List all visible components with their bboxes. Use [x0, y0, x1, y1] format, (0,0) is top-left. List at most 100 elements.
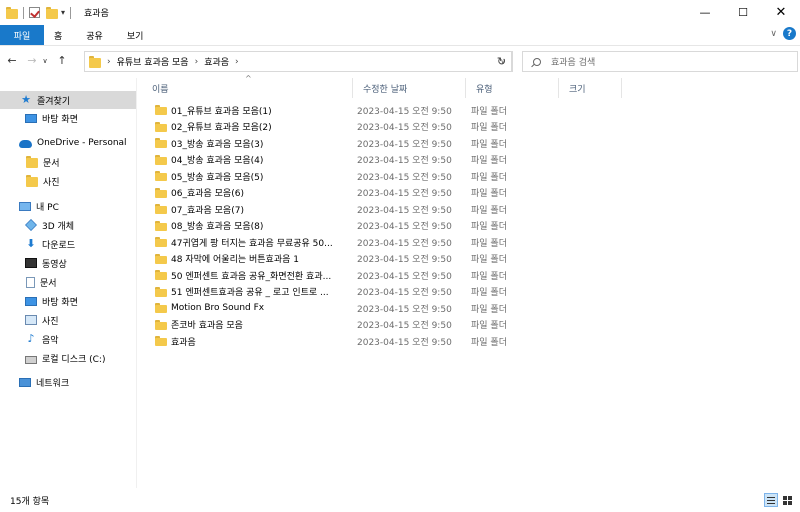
folder-icon — [155, 187, 167, 198]
table-row[interactable]: 08_방송 효과음 모음(8) 2023-04-15 오전 9:50 파일 폴더 — [142, 218, 622, 234]
file-date: 2023-04-15 오전 9:50 — [357, 255, 452, 265]
table-row[interactable]: 47귀엽게 팡 터지는 효과음 무료공유 50... 2023-04-15 오전… — [142, 234, 622, 250]
sidebar-item-label: 사진 — [42, 316, 59, 327]
back-button[interactable]: ← — [4, 52, 20, 70]
file-type: 파일 폴더 — [471, 238, 507, 249]
sidebar-item-quick-access[interactable]: ★ 즐겨찾기 — [0, 91, 136, 109]
search-input[interactable]: 효과음 검색 — [551, 55, 595, 68]
address-bar[interactable]: › 유튜브 효과음 모음 › 효과음 › ∨ — [84, 51, 512, 72]
sidebar-item-network[interactable]: 네트워크 — [0, 373, 136, 391]
sidebar-item-onedrive-pictures[interactable]: 사진 — [0, 172, 136, 190]
cube-icon — [25, 219, 37, 231]
table-row[interactable]: 존코바 효과음 모음 2023-04-15 오전 9:50 파일 폴더 — [142, 317, 622, 333]
search-box[interactable]: 효과음 검색 — [522, 51, 798, 72]
table-row[interactable]: 50 엔퍼센트 효과음 공유_화면전환 효과... 2023-04-15 오전 … — [142, 267, 622, 283]
sidebar-item-label: 로컬 디스크 (C:) — [42, 354, 106, 365]
file-name-cell: 효과음 — [155, 333, 351, 349]
folder-icon — [155, 319, 167, 330]
column-header: 이름 ^ 수정한 날짜 유형 크기 — [142, 74, 800, 98]
column-date-modified[interactable]: 수정한 날짜 — [353, 78, 466, 98]
window-title: 효과음 — [84, 9, 109, 19]
sidebar-item-music[interactable]: ♪ 음악 — [0, 330, 136, 348]
status-bar: 15개 항목 — [0, 489, 800, 512]
up-button[interactable]: ↑ — [54, 52, 70, 70]
table-row[interactable]: 51 엔퍼센트효과음 공유 _ 로고 인트로 ... 2023-04-15 오전… — [142, 284, 622, 300]
table-row[interactable]: 04_방송 효과음 모음(4) 2023-04-15 오전 9:50 파일 폴더 — [142, 152, 622, 168]
file-name-cell: 존코바 효과음 모음 — [155, 317, 351, 333]
tab-view[interactable]: 보기 — [115, 25, 156, 45]
tab-share[interactable]: 공유 — [74, 25, 115, 45]
sidebar-item-label: 동영상 — [42, 259, 67, 270]
folder-icon — [155, 220, 167, 231]
tab-home[interactable]: 홈 — [44, 25, 74, 45]
chevron-right-icon[interactable]: › — [107, 57, 111, 67]
sidebar-item-downloads[interactable]: ⬇ 다운로드 — [0, 235, 136, 253]
minimize-button[interactable]: — — [686, 0, 724, 25]
sidebar-item-label: 음악 — [42, 335, 59, 346]
sidebar-item-3d-objects[interactable]: 3D 개체 — [0, 216, 136, 234]
tab-file[interactable]: 파일 — [0, 25, 44, 45]
table-row[interactable]: 03_방송 효과음 모음(3) 2023-04-15 오전 9:50 파일 폴더 — [142, 135, 622, 151]
properties-icon[interactable] — [29, 7, 40, 18]
file-name: 06_효과음 모음(6) — [171, 189, 244, 199]
table-row[interactable]: 06_효과음 모음(6) 2023-04-15 오전 9:50 파일 폴더 — [142, 185, 622, 201]
table-row[interactable]: 07_효과음 모음(7) 2023-04-15 오전 9:50 파일 폴더 — [142, 201, 622, 217]
table-row[interactable]: 05_방송 효과음 모음(5) 2023-04-15 오전 9:50 파일 폴더 — [142, 168, 622, 184]
file-date: 2023-04-15 오전 9:50 — [357, 139, 452, 150]
computer-icon — [19, 201, 31, 211]
sidebar-item-pictures[interactable]: 사진 — [0, 311, 136, 329]
file-name: 47귀엽게 팡 터지는 효과음 무료공유 50... — [171, 238, 333, 249]
video-icon — [25, 258, 37, 268]
table-row[interactable]: 01_유튜브 효과음 모음(1) 2023-04-15 오전 9:50 파일 폴… — [142, 102, 622, 118]
forward-button[interactable]: → — [24, 52, 40, 70]
folder-icon — [89, 55, 101, 68]
divider — [70, 6, 72, 19]
sidebar-item-onedrive[interactable]: OneDrive - Personal — [0, 134, 136, 152]
file-name-cell: 02_유튜브 효과음 모음(2) — [155, 119, 351, 135]
file-name: 존코바 효과음 모음 — [171, 321, 243, 331]
large-icons-view-button[interactable] — [780, 493, 794, 507]
table-row[interactable]: Motion Bro Sound Fx 2023-04-15 오전 9:50 파… — [142, 300, 622, 316]
file-type: 파일 폴더 — [471, 189, 507, 199]
column-name[interactable]: 이름 ^ — [142, 74, 353, 98]
sidebar-item-label: 3D 개체 — [42, 221, 75, 232]
refresh-button[interactable]: ↻ — [491, 51, 513, 72]
file-name: 02_유튜브 효과음 모음(2) — [171, 123, 272, 133]
file-date: 2023-04-15 오전 9:50 — [357, 123, 452, 133]
file-name-cell: 06_효과음 모음(6) — [155, 185, 351, 201]
customize-toolbar-icon[interactable]: ▾ — [61, 8, 65, 17]
file-name: 04_방송 효과음 모음(4) — [171, 156, 264, 166]
chevron-right-icon[interactable]: › — [235, 57, 239, 67]
file-name: Motion Bro Sound Fx — [171, 303, 265, 313]
sidebar-item-videos[interactable]: 동영상 — [0, 254, 136, 272]
details-view-button[interactable] — [764, 493, 778, 507]
table-row[interactable]: 48 자막에 어울리는 버튼효과음 1 2023-04-15 오전 9:50 파… — [142, 251, 622, 267]
file-date: 2023-04-15 오전 9:50 — [357, 189, 452, 199]
help-icon[interactable]: ? — [783, 27, 796, 40]
recent-locations-button[interactable]: ∨ — [40, 52, 50, 70]
column-type[interactable]: 유형 — [466, 78, 559, 98]
new-folder-icon[interactable] — [46, 6, 58, 19]
sidebar-item-this-pc[interactable]: 내 PC — [0, 197, 136, 215]
chevron-right-icon[interactable]: › — [195, 57, 199, 67]
column-size[interactable]: 크기 — [559, 78, 622, 98]
close-button[interactable]: ✕ — [762, 0, 800, 25]
folder-icon — [26, 156, 38, 168]
expand-ribbon-icon[interactable]: ∨ — [770, 29, 777, 39]
star-icon: ★ — [21, 93, 31, 106]
file-name-cell: 48 자막에 어울리는 버튼효과음 1 — [155, 251, 351, 267]
breadcrumb-current[interactable]: 효과음 — [204, 55, 229, 68]
sidebar-item-onedrive-documents[interactable]: 문서 — [0, 153, 136, 171]
sidebar-item-documents[interactable]: 문서 — [0, 273, 136, 291]
quick-access-toolbar: ▾ — [0, 0, 76, 25]
sidebar-item-label: 바탕 화면 — [42, 297, 78, 308]
sidebar-item-local-disk[interactable]: 로컬 디스크 (C:) — [0, 349, 136, 367]
sidebar-item-pc-desktop[interactable]: 바탕 화면 — [0, 292, 136, 310]
maximize-button[interactable]: ☐ — [724, 0, 762, 25]
table-row[interactable]: 02_유튜브 효과음 모음(2) 2023-04-15 오전 9:50 파일 폴… — [142, 119, 622, 135]
folder-icon — [155, 270, 167, 280]
breadcrumb-parent[interactable]: 유튜브 효과음 모음 — [117, 55, 189, 68]
file-name-cell: 47귀엽게 팡 터지는 효과음 무료공유 50... — [155, 234, 351, 250]
sidebar-item-desktop[interactable]: 바탕 화면 — [0, 109, 136, 127]
table-row[interactable]: 효과음 2023-04-15 오전 9:50 파일 폴더 — [142, 333, 622, 349]
